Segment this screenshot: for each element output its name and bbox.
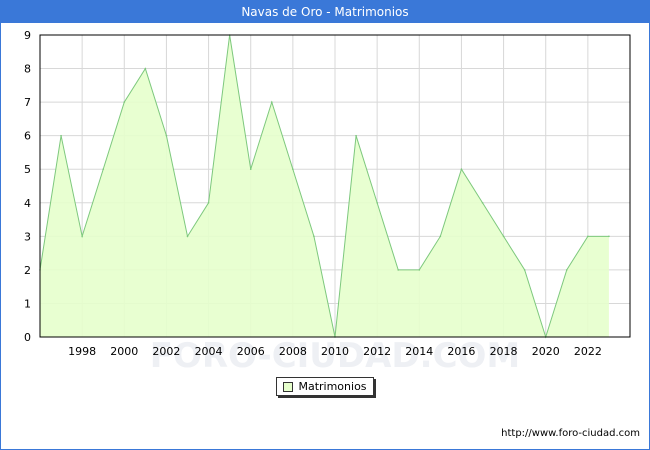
data-point xyxy=(418,269,421,271)
y-tick-label: 1 xyxy=(24,297,31,310)
y-axis-ticks: 0 1 2 3 4 5 6 7 8 9 xyxy=(24,29,31,344)
y-tick-label: 7 xyxy=(24,96,31,109)
data-point xyxy=(186,235,189,238)
data-point xyxy=(102,168,105,171)
x-tick-label: 2012 xyxy=(363,345,391,358)
x-tick-label: 2022 xyxy=(574,345,602,358)
data-point xyxy=(292,168,294,171)
y-tick-label: 4 xyxy=(24,197,31,210)
data-point xyxy=(207,201,210,204)
x-tick-label: 2008 xyxy=(279,345,307,358)
source-credit: http://www.foro-ciudad.com xyxy=(501,428,640,439)
x-tick-label: 2010 xyxy=(321,345,349,358)
legend-label: Matrimonios xyxy=(298,380,367,393)
data-point xyxy=(144,67,147,70)
data-point xyxy=(587,235,589,238)
data-point xyxy=(608,235,610,238)
y-tick-label: 9 xyxy=(24,29,31,42)
data-point xyxy=(523,269,526,271)
data-point xyxy=(376,201,378,204)
data-point xyxy=(313,235,315,238)
x-tick-label: 2016 xyxy=(447,345,475,358)
data-point xyxy=(81,235,83,238)
x-tick-label: 2004 xyxy=(195,345,223,358)
x-tick-label: 2006 xyxy=(237,345,265,358)
data-point xyxy=(355,134,357,137)
data-point xyxy=(397,269,400,271)
legend: Matrimonios xyxy=(276,377,374,396)
x-tick-label: 2020 xyxy=(532,345,560,358)
data-point xyxy=(460,168,463,171)
y-tick-label: 6 xyxy=(24,130,31,143)
data-point xyxy=(60,134,62,137)
data-point xyxy=(565,269,568,271)
y-tick-label: 3 xyxy=(24,230,31,243)
x-tick-label: 2002 xyxy=(152,345,180,358)
legend-swatch xyxy=(283,381,294,392)
x-tick-label: 1998 xyxy=(68,345,96,358)
x-tick-label: 2014 xyxy=(405,345,433,358)
x-axis-ticks: 1998 2000 2002 2004 2006 2008 2010 2012 2014 2016… xyxy=(68,345,602,358)
y-tick-label: 5 xyxy=(24,163,31,176)
data-point xyxy=(439,235,442,238)
data-point xyxy=(165,134,168,137)
data-point xyxy=(481,201,484,204)
data-point xyxy=(502,235,505,238)
data-point xyxy=(123,101,126,103)
x-tick-label: 2000 xyxy=(110,345,138,358)
y-tick-label: 0 xyxy=(24,331,31,344)
data-point xyxy=(270,101,273,103)
x-tick-label: 2018 xyxy=(490,345,518,358)
data-point xyxy=(249,168,252,171)
y-tick-label: 2 xyxy=(24,264,31,277)
y-tick-label: 8 xyxy=(24,63,31,76)
